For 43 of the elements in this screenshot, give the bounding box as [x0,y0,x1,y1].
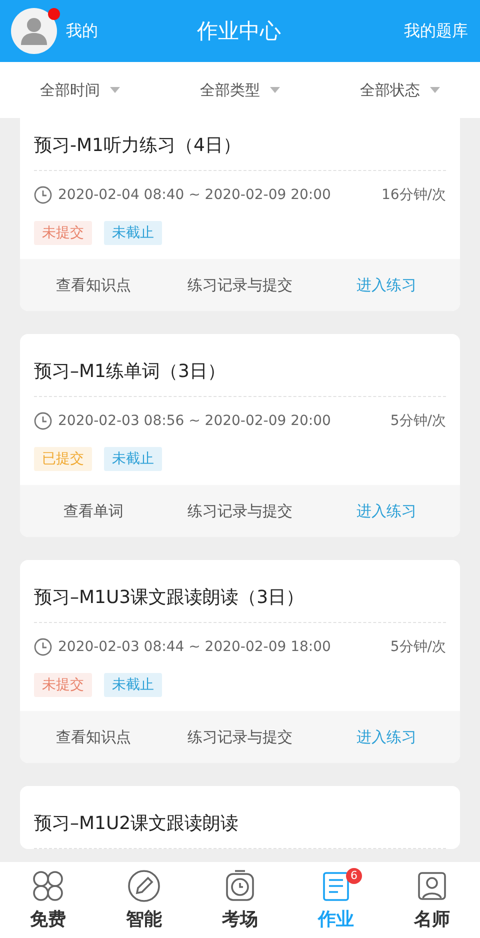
filter-dropdown[interactable]: 全部状态 [320,74,480,106]
action-link[interactable]: 练习记录与提交 [187,724,292,750]
page-title: 作业中心 [196,18,282,45]
filter-dropdown[interactable]: 全部类型 [160,74,320,106]
clock-icon [34,638,52,656]
person-icon [415,869,449,903]
nav-tab[interactable]: 免费 [0,862,96,938]
status-tag: 未提交 [34,673,92,697]
action-link[interactable]: 练习记录与提交 [187,498,292,524]
time-range: 2020-02-04 08:40 ~ 2020-02-09 20:00 [58,187,332,203]
pencil-icon [127,869,161,903]
status-tag: 未截止 [104,673,162,697]
clock-icon [34,412,52,430]
assignment-title: 预习-M1听力练习（4日） [34,135,241,156]
clock-icon [223,869,257,903]
assignment-title: 预习–M1U2课文跟读朗读 [34,813,239,834]
nav-tab[interactable]: 智能 [96,862,192,938]
caret-icon [110,87,120,93]
caret-icon [430,87,440,93]
duration-text: 16分钟/次 [381,186,446,204]
avatar-icon[interactable] [10,7,58,55]
nav-tab[interactable]: 作业 6 [288,862,384,938]
duration-text: 5分钟/次 [390,638,446,656]
filter-dropdown[interactable]: 全部时间 [0,74,160,106]
status-tag: 未截止 [104,447,162,471]
caret-icon [270,87,280,93]
status-tag: 已提交 [34,447,92,471]
status-tag: 未提交 [34,221,92,245]
clock-icon [34,186,52,204]
action-link[interactable]: 练习记录与提交 [187,272,292,298]
action-link[interactable]: 查看知识点 [56,724,131,750]
count-badge: 6 [346,868,362,884]
nav-tab[interactable]: 考场 [192,862,288,938]
action-link[interactable]: 查看知识点 [56,272,131,298]
duration-text: 5分钟/次 [390,412,446,430]
status-tag: 未截止 [104,221,162,245]
grid-icon [31,869,65,903]
assignment-title: 预习–M1U3课文跟读朗读（3日） [34,587,304,608]
action-link[interactable]: 查看单词 [63,498,124,524]
time-range: 2020-02-03 08:44 ~ 2020-02-09 18:00 [58,639,332,655]
time-range: 2020-02-03 08:56 ~ 2020-02-09 20:00 [58,413,332,429]
nav-tab[interactable]: 名师 [384,862,480,938]
assignment-title: 预习–M1练单词（3日） [34,361,226,382]
